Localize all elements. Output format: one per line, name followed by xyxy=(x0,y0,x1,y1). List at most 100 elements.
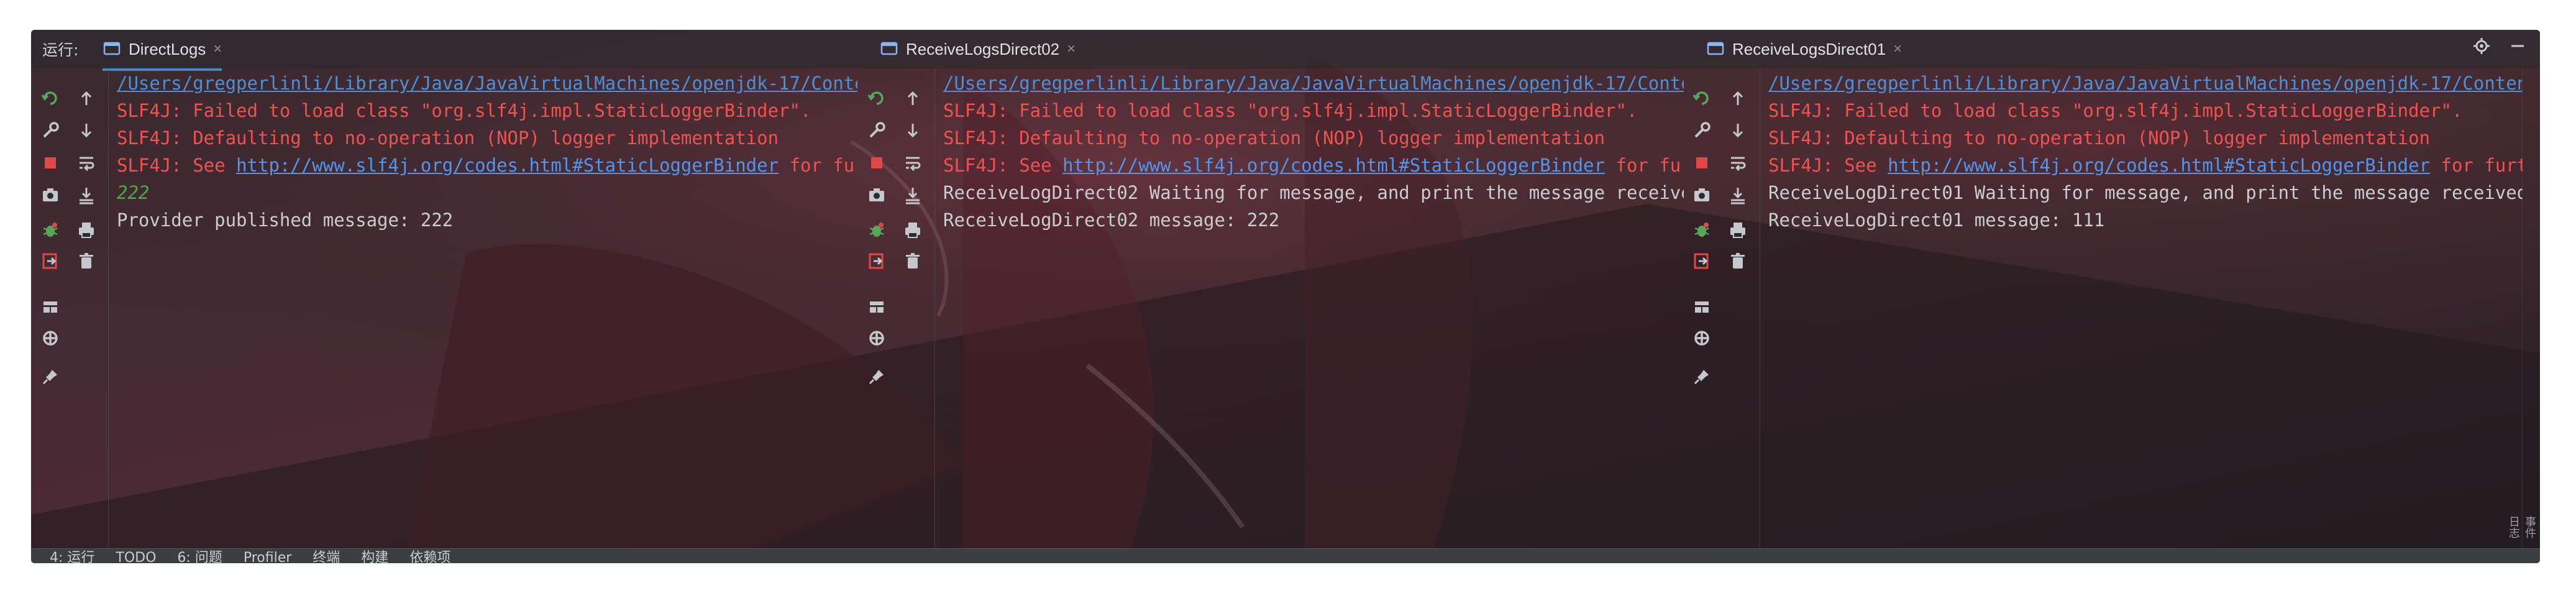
print-icon[interactable] xyxy=(898,218,927,242)
arrow-down-icon[interactable] xyxy=(72,118,101,143)
scroll-to-end-icon[interactable] xyxy=(898,183,927,208)
console-output-receivelogsdirect02[interactable]: /Users/gregperlinli/Library/Java/JavaVir… xyxy=(943,68,1684,548)
console-output-receivelogsdirect01[interactable]: /Users/gregperlinli/Library/Java/JavaVir… xyxy=(1768,68,2523,548)
trash-icon[interactable] xyxy=(72,249,101,274)
statusbar-item-todo[interactable]: TODO xyxy=(116,549,156,563)
right-side-strip: 事件日志 xyxy=(2507,68,2540,548)
crosshair-icon[interactable] xyxy=(862,326,891,351)
statusbar-item-terminal[interactable]: 终端 xyxy=(313,549,340,563)
wrench-icon[interactable] xyxy=(1688,118,1716,143)
console-text: ReceiveLogDirect02 Waiting for message, … xyxy=(943,182,1684,203)
statusbar-item-problems[interactable]: 6: 问题 xyxy=(177,549,222,563)
rerun-icon[interactable] xyxy=(36,86,65,111)
console-line: ReceiveLogDirect01 Waiting for message, … xyxy=(1768,179,2523,206)
console-link[interactable]: http://www.slf4j.org/codes.html#StaticLo… xyxy=(1888,155,2430,176)
console-text: for fur xyxy=(1605,155,1684,176)
trash-icon[interactable] xyxy=(1724,249,1752,274)
tab-directlogs[interactable]: DirectLogs × xyxy=(103,30,222,71)
console-line: SLF4J: Failed to load class "org.slf4j.i… xyxy=(1768,97,2523,124)
console-tab-icon xyxy=(103,40,121,58)
tab-receivelogsdirect02[interactable]: ReceiveLogsDirect02 × xyxy=(880,30,1076,68)
console-text: ReceiveLogDirect01 Waiting for message, … xyxy=(1768,182,2523,203)
soft-wrap-icon[interactable] xyxy=(898,150,927,175)
close-icon[interactable]: × xyxy=(1893,40,1902,58)
crosshair-icon[interactable] xyxy=(36,326,65,351)
camera-icon[interactable] xyxy=(36,183,65,208)
stop-icon[interactable] xyxy=(1688,150,1716,175)
console-path-link[interactable]: /Users/gregperlinli/Library/Java/JavaVir… xyxy=(1768,73,2523,94)
console-link[interactable]: http://www.slf4j.org/codes.html#StaticLo… xyxy=(1062,155,1605,176)
rerun-icon[interactable] xyxy=(862,86,891,111)
close-icon[interactable]: × xyxy=(1067,40,1076,58)
console-line: /Users/gregperlinli/Library/Java/JavaVir… xyxy=(943,70,1684,97)
arrow-up-icon[interactable] xyxy=(72,86,101,111)
wrench-icon[interactable] xyxy=(862,118,891,143)
soft-wrap-icon[interactable] xyxy=(1724,150,1752,175)
console-tab-icon xyxy=(880,40,898,58)
tab-label: ReceiveLogsDirect01 xyxy=(1732,39,1886,58)
statusbar-item-build[interactable]: 构建 xyxy=(361,549,388,563)
status-bar: 4: 运行 TODO 6: 问题 Profiler 终端 构建 依赖项 xyxy=(31,548,2540,563)
console-toolbar xyxy=(857,68,935,548)
console-path-link[interactable]: /Users/gregperlinli/Library/Java/JavaVir… xyxy=(117,73,857,94)
console-text: 222 xyxy=(117,182,150,203)
statusbar-item-dependencies[interactable]: 依赖项 xyxy=(409,549,450,563)
stop-icon[interactable] xyxy=(36,150,65,175)
arrow-up-icon[interactable] xyxy=(1724,86,1752,111)
console-line: Provider published message: 222 xyxy=(117,206,857,234)
soft-wrap-icon[interactable] xyxy=(72,150,101,175)
console-output-directlogs[interactable]: /Users/gregperlinli/Library/Java/JavaVir… xyxy=(117,68,857,548)
console-line: /Users/gregperlinli/Library/Java/JavaVir… xyxy=(1768,70,2523,97)
event-log-label[interactable]: 事件日志 xyxy=(2505,516,2537,548)
rerun-icon[interactable] xyxy=(1688,86,1716,111)
console-text: SLF4J: See xyxy=(1768,155,1888,176)
console-toolbar xyxy=(1683,68,1760,548)
console-line: 222 xyxy=(117,179,857,206)
console-text: SLF4J: Failed to load class "org.slf4j.i… xyxy=(1768,100,2463,121)
arrow-up-icon[interactable] xyxy=(898,86,927,111)
exit-icon[interactable] xyxy=(862,249,891,274)
console-path-link[interactable]: /Users/gregperlinli/Library/Java/JavaVir… xyxy=(943,73,1684,94)
exit-icon[interactable] xyxy=(1688,249,1716,274)
camera-icon[interactable] xyxy=(862,183,891,208)
console-text: ReceiveLogDirect02 message: 222 xyxy=(943,209,1280,231)
console-line: /Users/gregperlinli/Library/Java/JavaVir… xyxy=(117,70,857,97)
trash-icon[interactable] xyxy=(898,249,927,274)
arrow-down-icon[interactable] xyxy=(898,118,927,143)
console-pane-directlogs: /Users/gregperlinli/Library/Java/JavaVir… xyxy=(31,68,857,548)
arrow-down-icon[interactable] xyxy=(1724,118,1752,143)
minimize-icon[interactable] xyxy=(2509,37,2526,60)
crosshair-icon[interactable] xyxy=(1688,326,1716,351)
exit-icon[interactable] xyxy=(36,249,65,274)
debug-bug-icon[interactable] xyxy=(1688,218,1716,242)
print-icon[interactable] xyxy=(72,218,101,242)
console-line: ReceiveLogDirect01 message: 111 xyxy=(1768,206,2523,234)
layout-icon[interactable] xyxy=(36,295,65,319)
pin-icon[interactable] xyxy=(1688,364,1716,389)
debug-bug-icon[interactable] xyxy=(862,218,891,242)
console-link[interactable]: http://www.slf4j.org/codes.html#StaticLo… xyxy=(236,155,779,176)
tool-window-header: 运行: DirectLogs × ReceiveLogsDirect02 × R… xyxy=(31,30,2540,71)
scroll-to-end-icon[interactable] xyxy=(1724,183,1752,208)
console-line: SLF4J: Failed to load class "org.slf4j.i… xyxy=(117,97,857,124)
debug-bug-icon[interactable] xyxy=(36,218,65,242)
statusbar-item-profiler[interactable]: Profiler xyxy=(244,549,291,563)
pin-icon[interactable] xyxy=(862,364,891,389)
print-icon[interactable] xyxy=(1724,218,1752,242)
run-tool-window: 运行: DirectLogs × ReceiveLogsDirect02 × R… xyxy=(31,30,2540,563)
layout-icon[interactable] xyxy=(862,295,891,319)
console-line: SLF4J: Failed to load class "org.slf4j.i… xyxy=(943,97,1684,124)
wrench-icon[interactable] xyxy=(36,118,65,143)
stop-icon[interactable] xyxy=(862,150,891,175)
console-line: SLF4J: Defaulting to no-operation (NOP) … xyxy=(117,124,857,152)
pin-icon[interactable] xyxy=(36,364,65,389)
console-line: ReceiveLogDirect02 message: 222 xyxy=(943,206,1684,234)
console-text: for fur xyxy=(779,155,858,176)
camera-icon[interactable] xyxy=(1688,183,1716,208)
close-icon[interactable]: × xyxy=(213,40,222,58)
statusbar-item-run[interactable]: 4: 运行 xyxy=(50,549,94,563)
layout-icon[interactable] xyxy=(1688,295,1716,319)
scroll-to-end-icon[interactable] xyxy=(72,183,101,208)
gear-icon[interactable] xyxy=(2473,37,2490,60)
tab-receivelogsdirect01[interactable]: ReceiveLogsDirect01 × xyxy=(1706,30,1902,68)
